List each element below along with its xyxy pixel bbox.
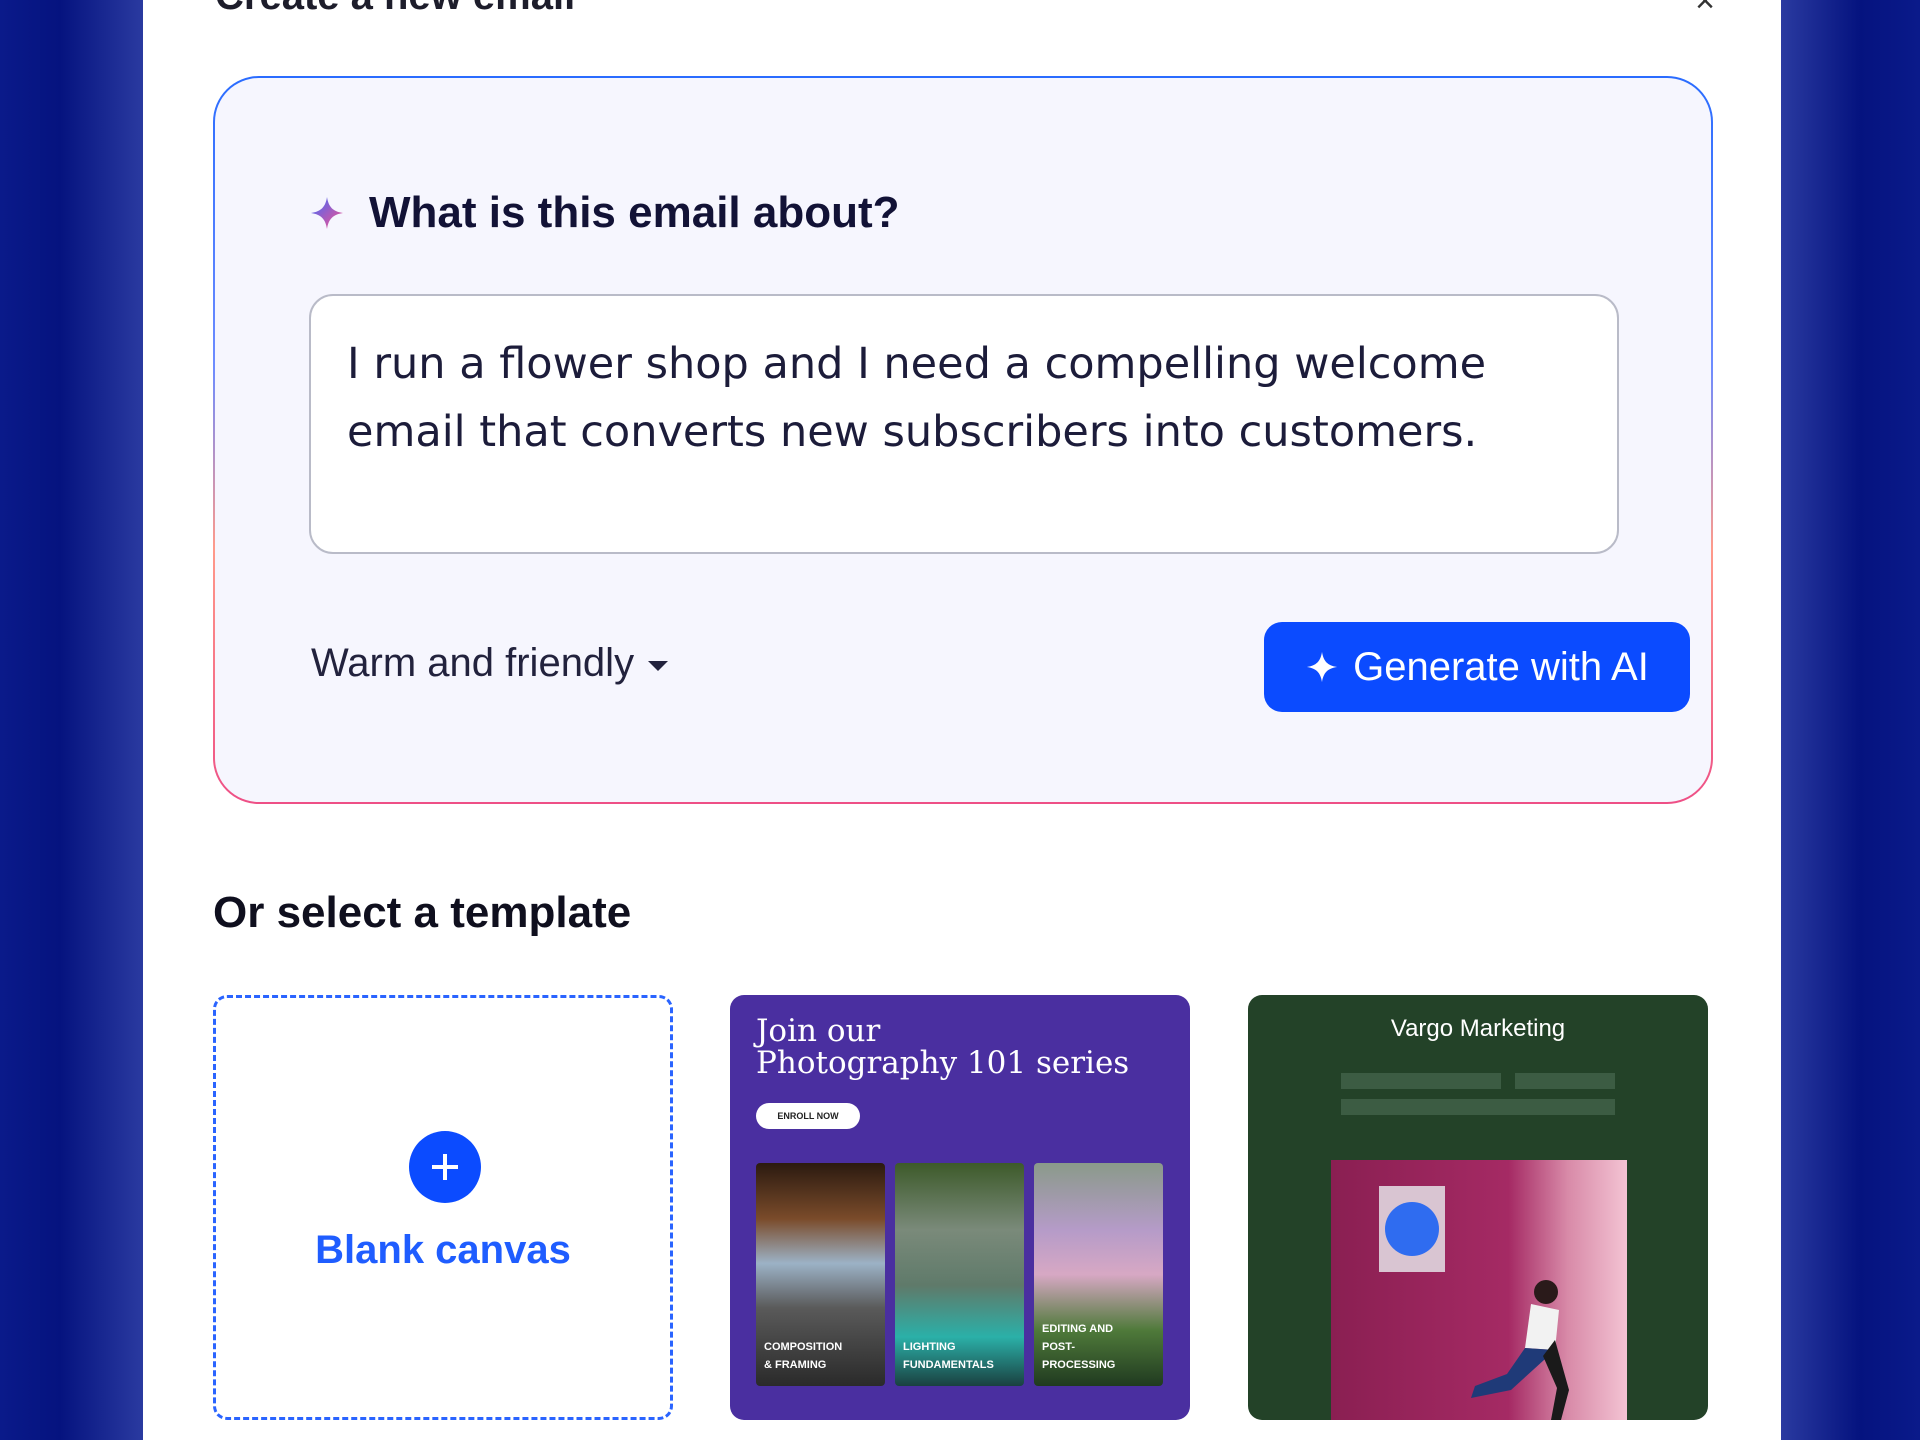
placeholder-text-bar <box>1341 1099 1615 1115</box>
photography-tiles: Composition & Framing Lighting Fundament… <box>756 1163 1163 1386</box>
vargo-hero-image <box>1331 1160 1627 1420</box>
template-vargo-marketing[interactable]: Vargo Marketing <box>1248 995 1708 1420</box>
photo-tile-editing: Editing and Post- Processing <box>1034 1163 1163 1386</box>
tile-label: Lighting Fundamentals <box>903 1338 994 1374</box>
tile-label: Editing and Post- Processing <box>1042 1320 1115 1374</box>
sparkle-icon <box>311 197 343 229</box>
tile-label-line: Fundamentals <box>903 1359 994 1371</box>
ai-question-label: What is this email about? <box>369 188 900 237</box>
placeholder-text-bar <box>1341 1073 1501 1089</box>
caret-down-icon <box>648 660 669 671</box>
photography-title-line-2: Photography 101 series <box>756 1045 1130 1081</box>
photography-template-title: Join our Photography 101 series <box>756 1015 1129 1079</box>
tile-label-line: Lighting <box>903 1341 956 1353</box>
dialog-title: Create a new email <box>215 0 575 19</box>
tone-selected-label: Warm and friendly <box>311 641 635 685</box>
ai-prompt-card: What is this email about? I run a flower… <box>213 76 1713 804</box>
close-icon[interactable]: × <box>1695 0 1715 21</box>
create-email-dialog: Create a new email × What is this email … <box>143 0 1781 1440</box>
ai-question-row: What is this email about? <box>309 188 900 238</box>
template-section-heading: Or select a template <box>213 888 632 937</box>
vargo-template-title: Vargo Marketing <box>1390 1015 1566 1042</box>
tile-label: Composition & Framing <box>764 1338 842 1374</box>
photography-title-line-1: Join our <box>756 1013 881 1049</box>
generate-button-label: Generate with AI <box>1353 644 1649 689</box>
tone-dropdown[interactable]: Warm and friendly <box>311 641 669 686</box>
tile-label-line: Composition <box>764 1341 843 1353</box>
plus-icon <box>409 1131 481 1203</box>
tile-label-line: Editing and <box>1042 1323 1114 1335</box>
tile-label-line: Processing <box>1042 1359 1116 1371</box>
photo-tile-composition: Composition & Framing <box>756 1163 885 1386</box>
sparkle-icon <box>1307 651 1338 683</box>
tile-label-line: & Framing <box>764 1359 827 1371</box>
enroll-now-pill: ENROLL NOW <box>756 1103 860 1129</box>
template-blank-canvas[interactable]: Blank canvas <box>213 995 673 1420</box>
blank-canvas-label: Blank canvas <box>315 1228 571 1272</box>
email-topic-input[interactable]: I run a flower shop and I need a compell… <box>309 294 1619 554</box>
tile-label-line: Post- <box>1042 1341 1076 1353</box>
photo-tile-lighting: Lighting Fundamentals <box>895 1163 1024 1386</box>
generate-with-ai-button[interactable]: Generate with AI <box>1264 622 1690 712</box>
framed-art-image <box>1379 1186 1445 1272</box>
template-photography[interactable]: Join our Photography 101 series ENROLL N… <box>730 995 1190 1420</box>
seated-person-image <box>1471 1280 1569 1420</box>
placeholder-text-bar <box>1515 1073 1615 1089</box>
